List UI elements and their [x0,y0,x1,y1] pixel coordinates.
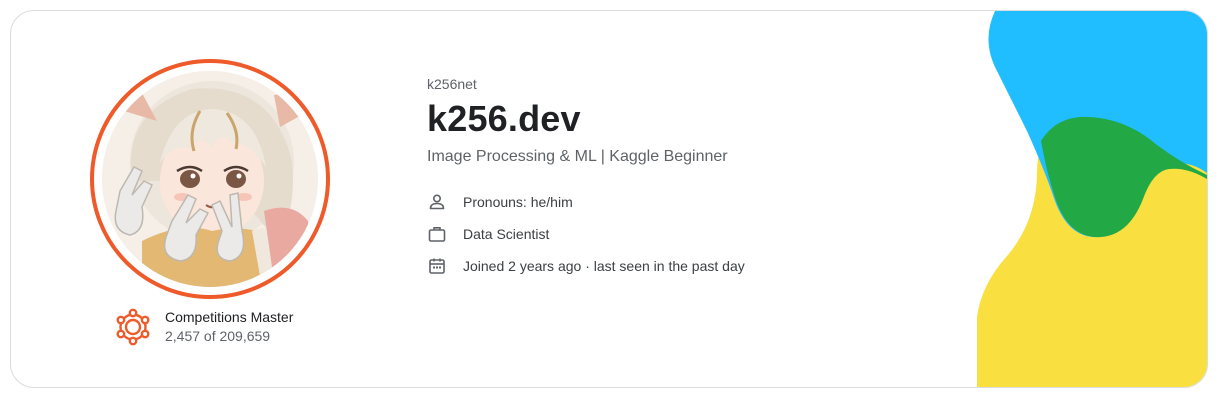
bio: Image Processing & ML | Kaggle Beginner [427,148,728,165]
profile-details: Pronouns: he/him Data Scientist Joined 2… [427,192,745,276]
tier-name[interactable]: Competitions Master [165,309,293,326]
avatar[interactable] [102,71,318,287]
joined-text: Joined 2 years ago · last seen in the pa… [463,258,745,274]
pronouns-text: Pronouns: he/him [463,194,573,210]
display-name: k256.dev [427,98,581,139]
profile-card: Competitions Master 2,457 of 209,659 k25… [10,10,1208,388]
avatar-ring [90,59,330,299]
calendar-icon [429,258,445,274]
briefcase-icon [428,227,446,242]
person-icon [429,194,445,210]
avatar-image [102,71,318,287]
tier-rank: 2,457 of 209,659 [165,328,271,344]
decorative-shapes [977,11,1207,387]
username: k256net [427,76,477,92]
occupation-row: Data Scientist [427,224,745,244]
occupation-text: Data Scientist [463,226,550,242]
tier-badge: Competitions Master 2,457 of 209,659 [114,308,293,346]
joined-row: Joined 2 years ago · last seen in the pa… [427,256,745,276]
profile-info: k256net k256.dev Image Processing & ML |… [427,76,745,288]
competitions-tier-icon [116,308,150,346]
tier-text: Competitions Master 2,457 of 209,659 [165,309,293,345]
pronouns-row: Pronouns: he/him [427,192,745,212]
